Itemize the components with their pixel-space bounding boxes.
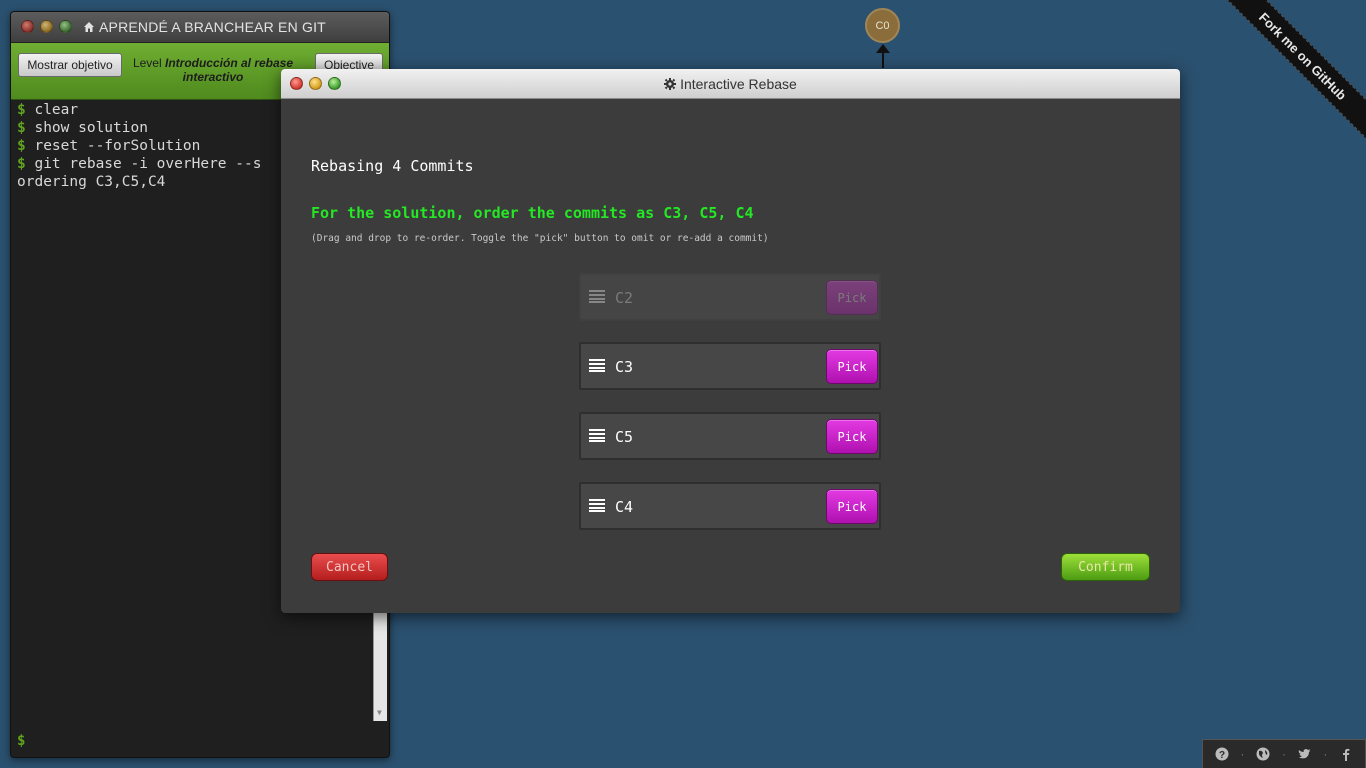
cancel-button[interactable]: Cancel: [311, 553, 388, 581]
close-window-button[interactable]: [21, 20, 34, 33]
commit-row[interactable]: C5 Pick: [579, 412, 881, 460]
drag-handle-icon[interactable]: [589, 428, 605, 442]
terminal-window-controls: [21, 20, 72, 33]
command-text: git rebase -i overHere --s: [34, 156, 262, 172]
prompt-symbol: $: [17, 102, 26, 118]
pick-toggle-button[interactable]: Pick: [826, 419, 878, 454]
terminal-scrollbar[interactable]: ▼: [373, 601, 387, 721]
commit-id: C5: [615, 428, 634, 446]
minimize-window-button[interactable]: [40, 20, 53, 33]
drag-handle-icon[interactable]: [589, 358, 605, 372]
prompt-symbol: $: [17, 120, 26, 136]
svg-text:?: ?: [1219, 750, 1225, 761]
facebook-icon[interactable]: [1339, 747, 1353, 761]
command-text: show solution: [34, 120, 148, 136]
pick-toggle-button[interactable]: Pick: [826, 280, 878, 315]
level-name: Introducción al rebase interactivo: [164, 56, 294, 84]
commit-row[interactable]: C3 Pick: [579, 342, 881, 390]
drag-handle-icon[interactable]: [589, 498, 605, 512]
twitter-icon[interactable]: [1298, 747, 1312, 761]
terminal-title: APRENDÉ A BRANCHEAR EN GIT: [83, 19, 326, 35]
confirm-button[interactable]: Confirm: [1061, 553, 1150, 581]
separator: ·: [1323, 747, 1328, 761]
helper-bar: ? · · ·: [1202, 739, 1366, 768]
commit-row[interactable]: C4 Pick: [579, 482, 881, 530]
dialog-title-text: Interactive Rebase: [680, 76, 797, 92]
commit-id: C2: [615, 289, 634, 307]
interactive-rebase-dialog: Interactive Rebase Rebasing 4 Commits Fo…: [281, 69, 1180, 613]
terminal-title-text: APRENDÉ A BRANCHEAR EN GIT: [99, 19, 326, 35]
command-text: clear: [34, 102, 79, 118]
home-icon: [84, 22, 94, 32]
gear-icon: [664, 78, 677, 90]
solution-instruction: For the solution, order the commits as C…: [311, 204, 754, 222]
scroll-down-icon[interactable]: ▼: [377, 708, 382, 717]
commit-row[interactable]: C2 Pick: [579, 273, 881, 321]
level-info: Level Introducción al rebase interactivo: [125, 56, 301, 84]
pick-toggle-button[interactable]: Pick: [826, 489, 878, 524]
commit-arrow-icon: [876, 44, 890, 68]
command-text: reset --forSolution: [34, 138, 201, 154]
globe-icon[interactable]: [1256, 747, 1270, 761]
help-icon[interactable]: ?: [1215, 747, 1229, 761]
maximize-window-button[interactable]: [59, 20, 72, 33]
prompt-symbol: $: [17, 156, 26, 172]
commit-id: C3: [615, 358, 634, 376]
dialog-title: Interactive Rebase: [281, 76, 1180, 92]
show-goal-button[interactable]: Mostrar objetivo: [18, 53, 122, 77]
github-ribbon: Fork me on GitHub: [1216, 0, 1366, 150]
drag-handle-icon[interactable]: [589, 289, 605, 303]
output-text: ordering C3,C5,C4: [17, 174, 166, 190]
commit-node[interactable]: C0: [865, 8, 900, 43]
drag-drop-hint: (Drag and drop to re-order. Toggle the "…: [311, 233, 769, 244]
separator: ·: [1240, 747, 1245, 761]
rebase-heading: Rebasing 4 Commits: [311, 157, 474, 175]
commit-id: C4: [615, 498, 634, 516]
separator: ·: [1281, 747, 1286, 761]
level-prefix: Level: [132, 56, 162, 70]
dialog-titlebar[interactable]: Interactive Rebase: [281, 69, 1180, 99]
prompt-symbol: $: [17, 138, 26, 154]
pick-toggle-button[interactable]: Pick: [826, 349, 878, 384]
command-input-prompt[interactable]: $: [17, 733, 25, 749]
terminal-titlebar[interactable]: APRENDÉ A BRANCHEAR EN GIT: [11, 12, 389, 43]
github-ribbon-link[interactable]: Fork me on GitHub: [1216, 0, 1366, 148]
